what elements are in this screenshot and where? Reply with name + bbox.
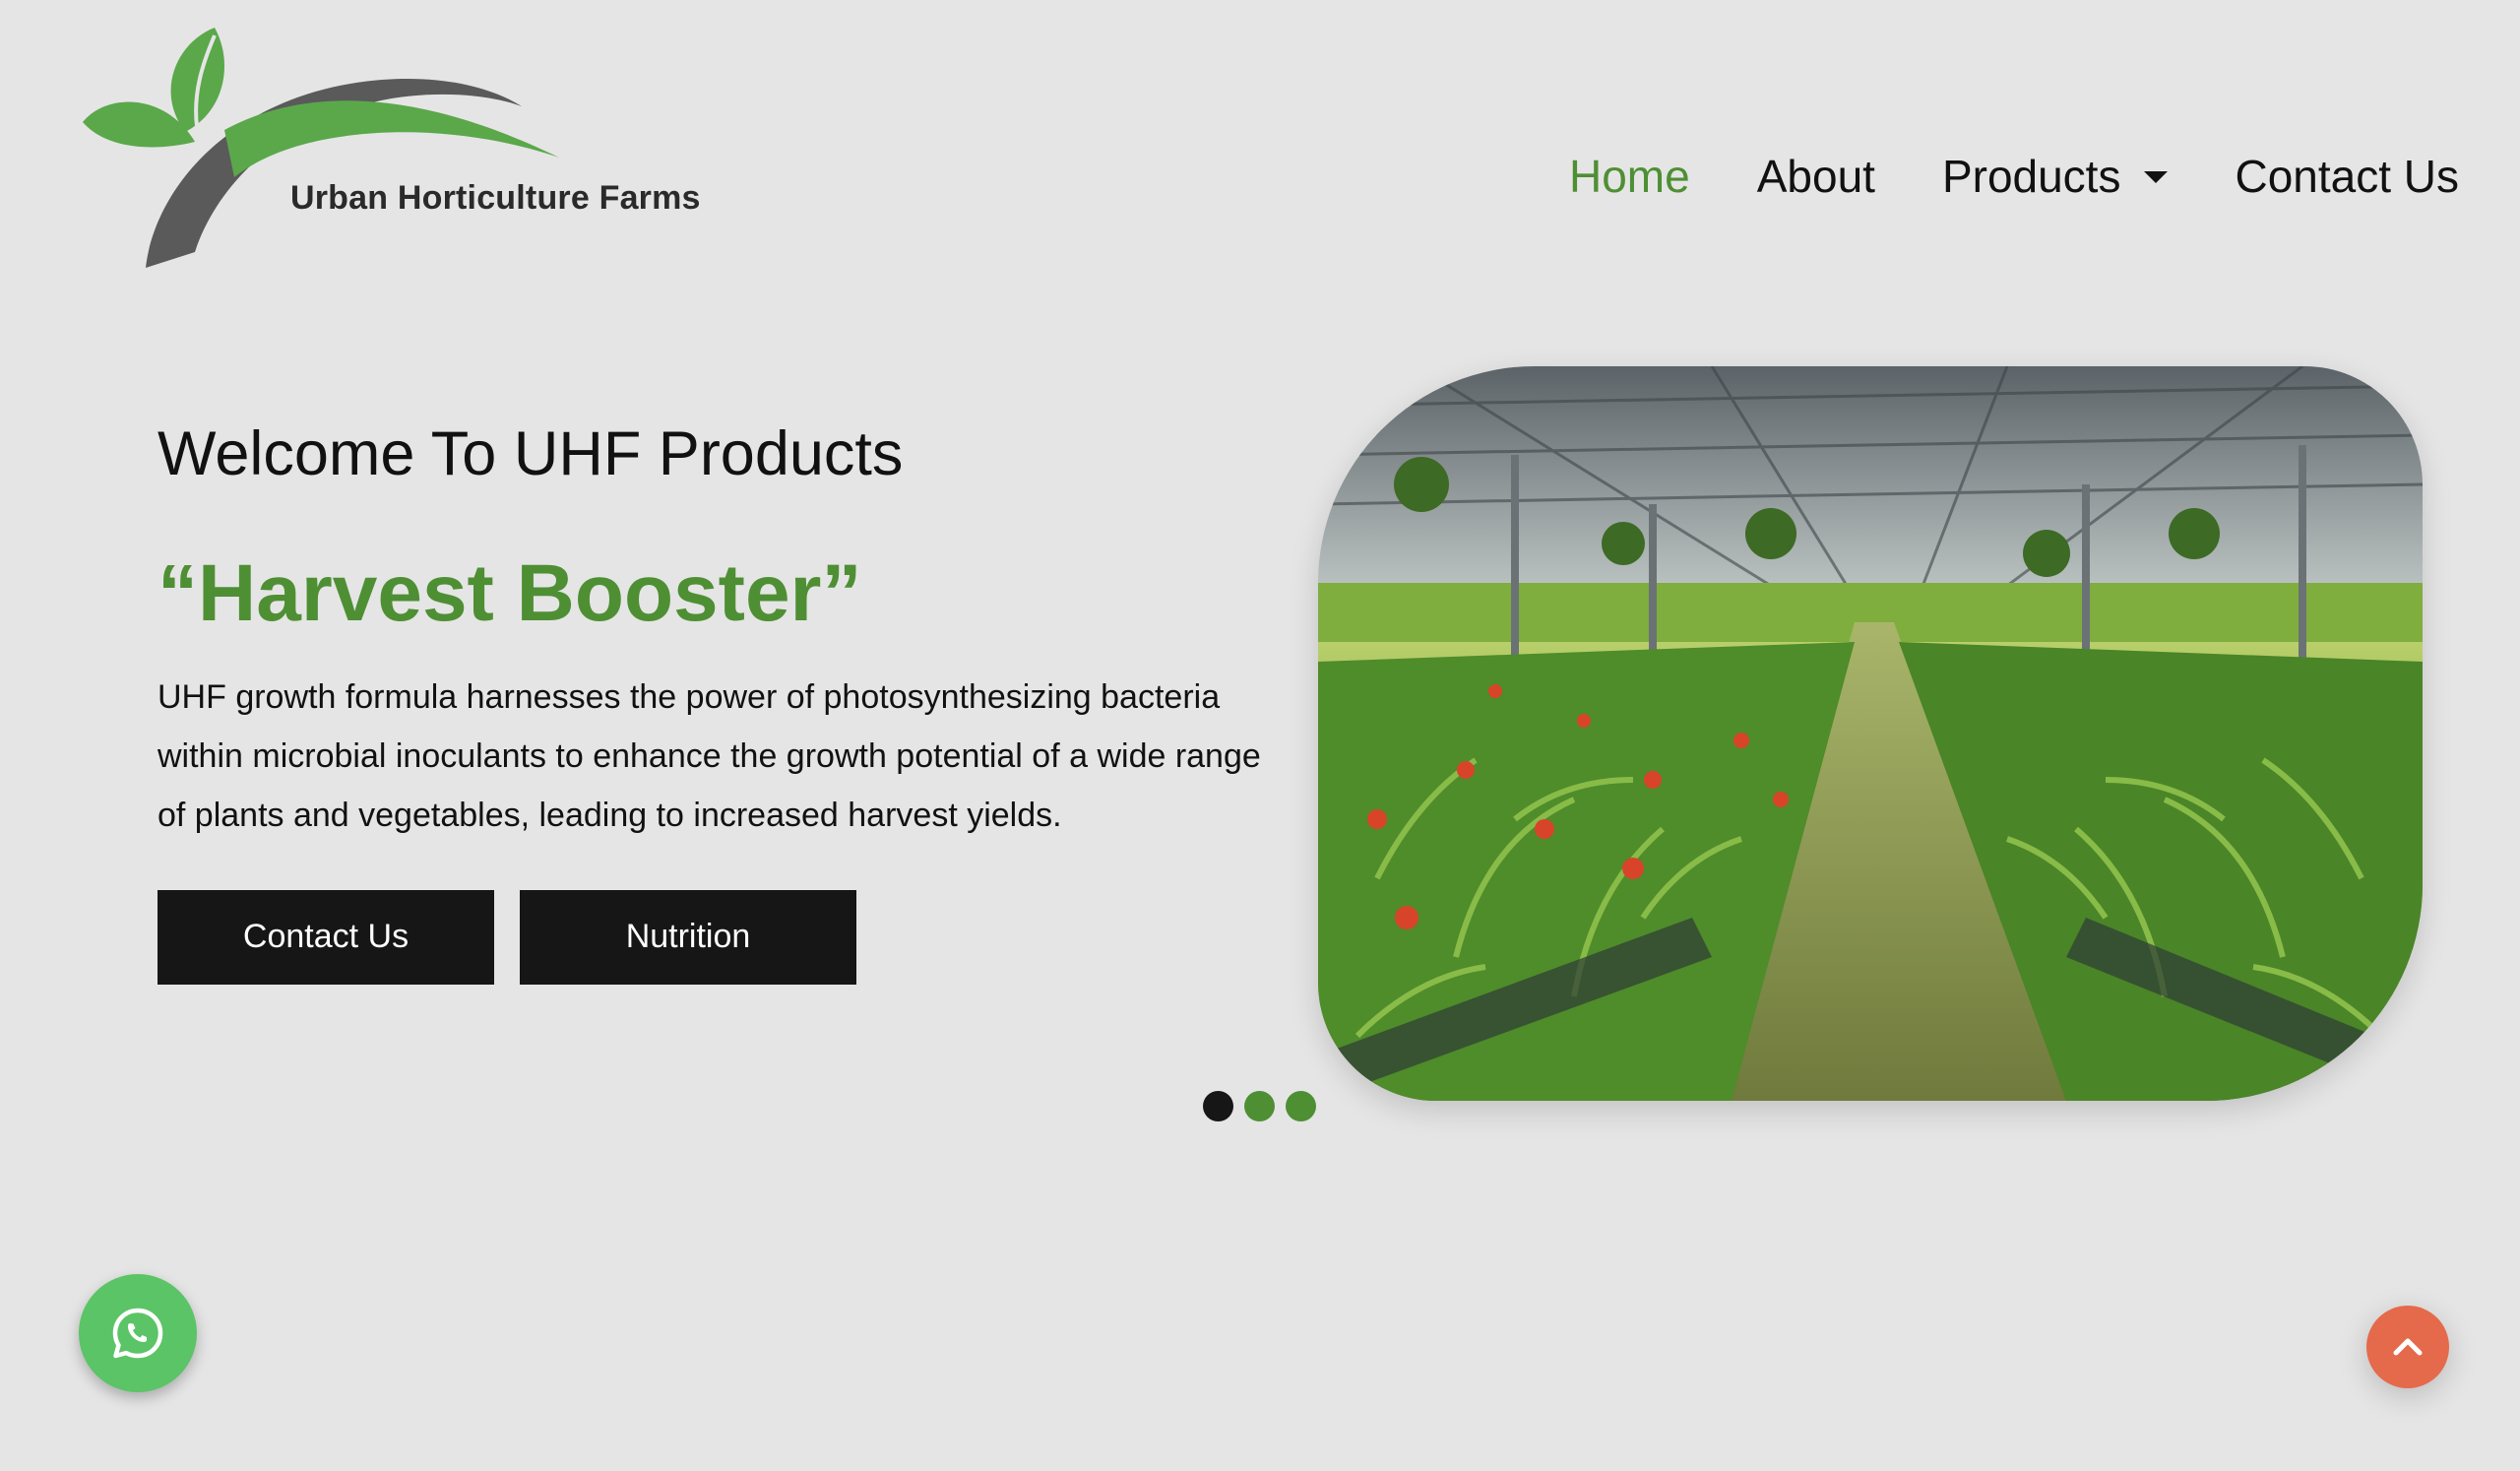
greenhouse-picture (1318, 366, 2423, 1101)
nav-about[interactable]: About (1757, 150, 1875, 203)
leaf-swoosh-logo-icon (83, 28, 559, 268)
nav-contact[interactable]: Contact Us (2235, 150, 2459, 203)
hero-buttons: Contact Us Nutrition (158, 889, 1270, 985)
brand-name: Urban Horticulture Farms (290, 179, 701, 217)
contact-us-button[interactable]: Contact Us (158, 889, 494, 985)
nav-products-dropdown[interactable]: Products (1942, 150, 2169, 203)
whatsapp-button[interactable] (79, 1274, 197, 1392)
nav-home[interactable]: Home (1569, 150, 1690, 203)
nutrition-button[interactable]: Nutrition (520, 889, 856, 985)
hero-greenhouse-image (1318, 366, 2423, 1101)
brand-logo[interactable]: Urban Horticulture Farms (77, 24, 707, 280)
whatsapp-icon (112, 1308, 163, 1359)
hero-welcome-heading: Welcome To UHF Products (158, 419, 904, 488)
carousel-dot-3[interactable] (1286, 1091, 1316, 1121)
chevron-up-icon (2393, 1338, 2423, 1356)
hero-content: Welcome To UHF Products “Harvest Booster… (158, 417, 1270, 985)
hero-tagline: “Harvest Booster” (158, 547, 862, 638)
nav-products[interactable]: Products (1942, 150, 2121, 203)
carousel-dot-2[interactable] (1244, 1091, 1275, 1121)
carousel-dot-1[interactable] (1203, 1091, 1233, 1121)
caret-down-icon[interactable] (2144, 171, 2169, 183)
scroll-to-top-button[interactable] (2366, 1306, 2449, 1388)
carousel-indicators (1203, 1091, 1316, 1121)
main-nav: Home About Products Contact Us (1569, 150, 2459, 203)
hero-description: UHF growth formula harnesses the power o… (158, 677, 1261, 834)
page: Urban Horticulture Farms Home About Prod… (0, 0, 2520, 1471)
